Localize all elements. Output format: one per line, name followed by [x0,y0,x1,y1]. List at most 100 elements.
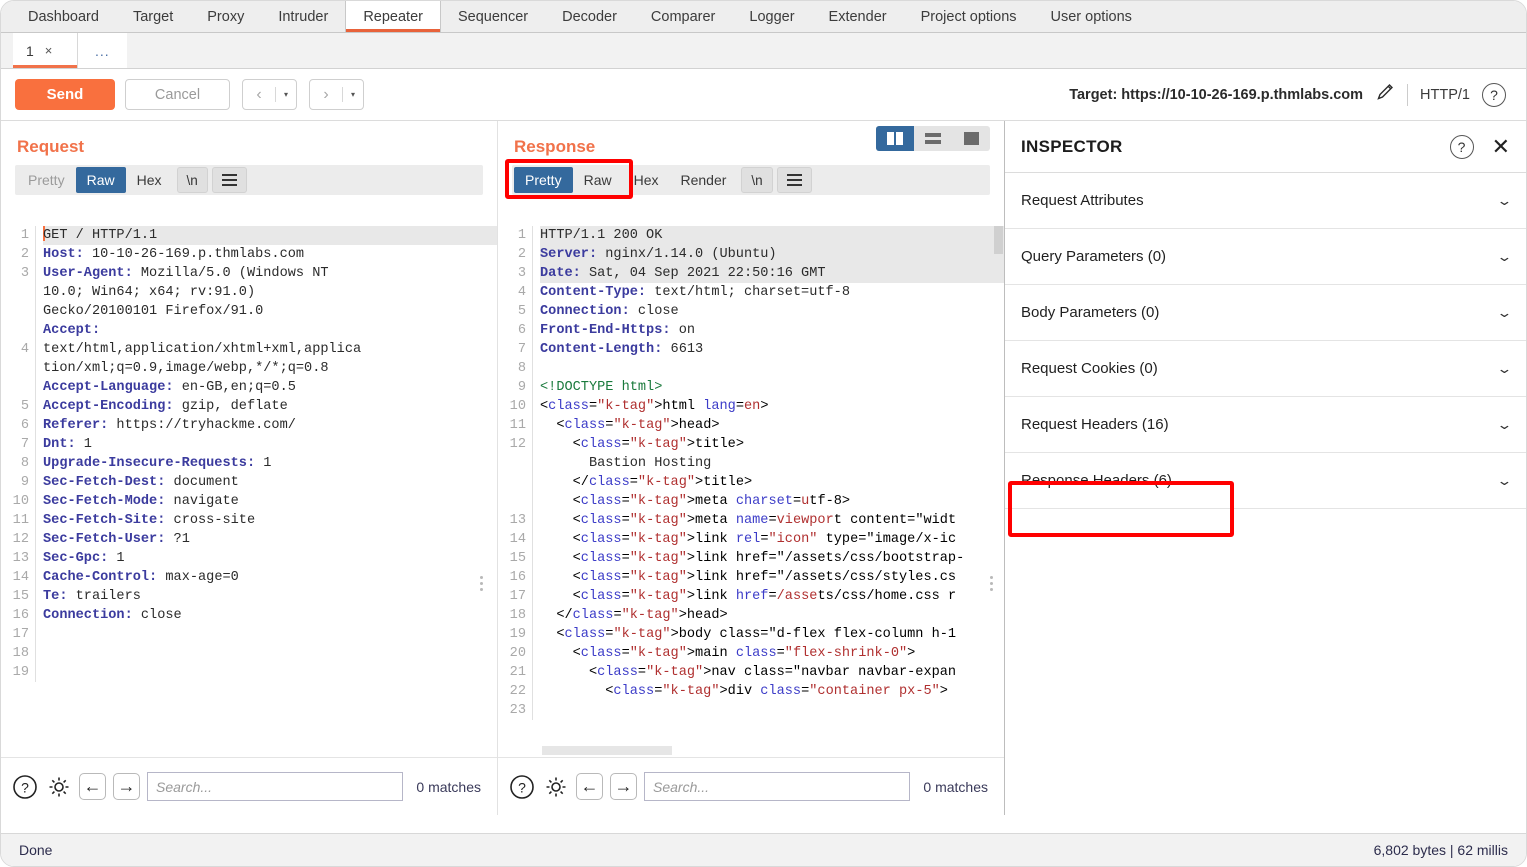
help-icon[interactable]: ? [1482,83,1506,107]
request-tab-hex[interactable]: Hex [126,167,173,193]
search-prev-button[interactable]: ← [79,773,106,800]
search-next-button[interactable]: → [610,773,637,800]
inspector-row-label: Request Cookies (0) [1021,360,1158,377]
main-tab-bar: DashboardTargetProxy Intruder Repeater Sequ… [1,1,1526,33]
close-icon[interactable]: ✕ [1492,136,1510,158]
response-search-bar: ? ← → 0 matches [498,757,1004,815]
back-nav-group[interactable]: ‹ ▾ [242,79,297,110]
main-tab-project-options[interactable]: Project options [904,1,1034,32]
request-code[interactable]: GET / HTTP/1.1Host: 10-10-26-169.p.thmla… [35,226,497,682]
inspector-panel: INSPECTOR ? ✕ Request Attributes⌄Query P… [1005,121,1526,815]
main-tab-decoder[interactable]: Decoder [545,1,634,32]
code-line: 10.0; Win64; x64; rv:91.0) [43,283,497,302]
repeater-tab-1[interactable]: 1 × [13,33,77,68]
status-right-label: 6,802 bytes | 62 millis [1374,842,1508,858]
line-number: 6 [498,321,526,340]
request-splitter-handle[interactable] [480,576,485,591]
inspector-row-response-headers-6[interactable]: Response Headers (6)⌄ [1005,453,1526,509]
main-tab-sequencer[interactable]: Sequencer [441,1,545,32]
response-editor[interactable]: 1234567891011121314151617181920212223 HT… [498,226,1004,755]
repeater-add-tab-button[interactable]: ... [77,33,127,68]
repeater-tab-bar: 1 × ... [1,33,1526,69]
response-menu-icon[interactable] [777,167,812,193]
response-search-input[interactable] [644,772,910,801]
main-tab-label: Intruder [278,9,328,25]
response-newline-toggle[interactable]: \n [741,167,772,193]
code-line: Date: Sat, 04 Sep 2021 22:50:16 GMT [540,264,1004,283]
request-editor[interactable]: 12345678910111213141516171819 GET / HTTP… [1,226,497,755]
chevron-down-icon[interactable]: ⌄ [1496,361,1512,377]
stacked-view-toggle[interactable] [914,126,952,151]
line-number [1,359,29,378]
target-url-label: Target: https://10-10-26-169.p.thmlabs.c… [1069,87,1363,103]
response-tab-render[interactable]: Render [670,167,738,193]
single-view-toggle[interactable] [952,126,990,151]
cancel-button[interactable]: Cancel [125,79,230,110]
main-tab-logger[interactable]: Logger [732,1,811,32]
search-next-button[interactable]: → [113,773,140,800]
inspector-row-body-parameters-0[interactable]: Body Parameters (0)⌄ [1005,285,1526,341]
request-menu-icon[interactable] [212,167,247,193]
code-line: <class="k-tag">link href=/assets/css/hom… [540,587,1004,606]
response-tab-pretty[interactable]: Pretty [514,167,573,193]
code-line: Accept: [43,321,497,340]
line-number [498,454,526,473]
send-button[interactable]: Send [15,79,115,110]
code-line: Dnt: 1 [43,435,497,454]
code-line: Front-End-Https: on [540,321,1004,340]
svg-text:?: ? [518,779,526,795]
chevron-down-icon[interactable]: ▾ [276,90,296,99]
main-tab-intruder[interactable]: Intruder [261,1,345,32]
split-view-toggle[interactable] [876,126,914,151]
help-icon[interactable]: ? [508,773,535,800]
chevron-down-icon[interactable]: ⌄ [1496,249,1512,265]
code-line: Bastion Hosting [540,454,1004,473]
response-code[interactable]: HTTP/1.1 200 OKServer: nginx/1.14.0 (Ubu… [532,226,1004,720]
chevron-down-icon[interactable]: ⌄ [1496,473,1512,489]
request-search-input[interactable] [147,772,403,801]
chevron-left-icon[interactable]: ‹ [243,86,275,104]
search-prev-button[interactable]: ← [576,773,603,800]
chevron-down-icon[interactable]: ▾ [343,90,363,99]
main-tab-comparer[interactable]: Comparer [634,1,732,32]
close-icon[interactable]: × [45,43,53,58]
main-tab-proxy[interactable]: Proxy [190,1,261,32]
divider [1407,84,1408,106]
pencil-edit-icon[interactable] [1375,82,1395,107]
chevron-down-icon[interactable]: ⌄ [1496,417,1512,433]
request-tab-raw[interactable]: Raw [76,167,126,193]
gear-icon[interactable] [45,773,72,800]
inspector-row-request-cookies-0[interactable]: Request Cookies (0) ⌄ [1005,341,1526,397]
chevron-right-icon[interactable]: › [310,86,342,104]
code-line: text/html,application/xhtml+xml,applica [43,340,497,359]
response-tab-hex[interactable]: Hex [623,167,670,193]
response-vertical-scrollbar[interactable] [994,226,1003,254]
code-line: Connection: close [43,606,497,625]
main-tab-label: Repeater [363,9,423,25]
help-icon[interactable]: ? [11,773,38,800]
line-number: 14 [498,530,526,549]
inspector-row-request-headers-16[interactable]: Request Headers (16)⌄ [1005,397,1526,453]
chevron-down-icon[interactable]: ⌄ [1496,193,1512,209]
main-tab-extender[interactable]: Extender [812,1,904,32]
line-number [1,378,29,397]
response-tab-raw[interactable]: Raw [573,167,623,193]
response-splitter-handle[interactable] [990,576,995,591]
code-line: Sec-Gpc: 1 [43,549,497,568]
line-number: 19 [498,625,526,644]
main-tab-repeater[interactable]: Repeater [345,1,441,32]
forward-nav-group[interactable]: › ▾ [309,79,364,110]
request-newline-toggle[interactable]: \n [177,167,208,193]
inspector-row-request-attributes[interactable]: Request Attributes⌄ [1005,173,1526,229]
help-icon[interactable]: ? [1450,135,1474,159]
code-line: <class="k-tag">meta charset=utf-8> [540,492,1004,511]
main-tab-target[interactable]: Target [116,1,190,32]
chevron-down-icon[interactable]: ⌄ [1496,305,1512,321]
http-version-label[interactable]: HTTP/1 [1420,87,1470,103]
request-tab-pretty[interactable]: Pretty [17,167,76,193]
inspector-row-query-parameters-0[interactable]: Query Parameters (0)⌄ [1005,229,1526,285]
response-horizontal-scrollbar[interactable] [542,746,672,755]
gear-icon[interactable] [542,773,569,800]
main-tab-user-options[interactable]: User options [1034,1,1149,32]
main-tab-dashboard[interactable]: Dashboard [11,1,116,32]
